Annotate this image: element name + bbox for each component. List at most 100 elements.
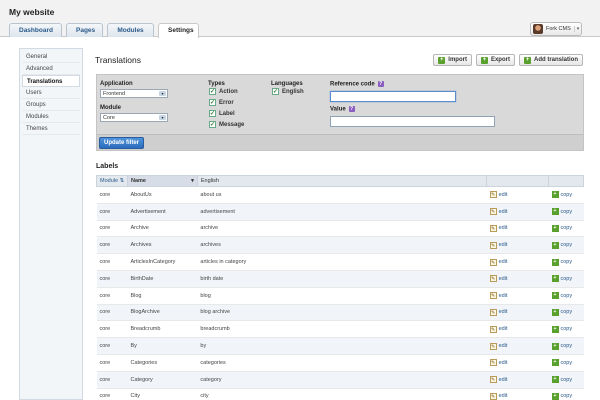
page-title: Translations [95,55,141,65]
copy-link[interactable]: + copy [551,325,572,333]
tab-modules[interactable]: Modules [107,23,154,37]
type-message-checkbox[interactable]: ✓ Message [209,121,244,128]
sidebar-item-modules[interactable]: Modules [22,111,80,123]
copy-link[interactable]: + copy [551,359,572,367]
cell-module: core [96,236,128,255]
edit-link[interactable]: ✎ edit [489,191,508,199]
edit-label: edit [498,259,508,266]
cell-name: Breadcrumb [127,320,198,339]
table-row: core By by ✎ edit + copy [96,337,584,355]
cell-edit: ✎ edit [486,337,549,355]
reference-code-input[interactable] [330,91,456,102]
cell-name: Categories [127,354,198,372]
cell-english: breadcrumb [197,320,487,339]
tab-pages[interactable]: Pages [66,23,103,37]
copy-icon: + [551,258,559,266]
cell-name: Archive [127,220,198,238]
copy-link[interactable]: + copy [551,308,572,316]
type-action-checkbox[interactable]: ✓ Action [209,88,238,95]
sidebar-item-general[interactable]: General [22,51,80,63]
copy-link[interactable]: + copy [551,258,572,266]
copy-link[interactable]: + copy [551,275,573,283]
sidebar-item-users[interactable]: Users [22,87,80,99]
cell-module: core [96,287,128,305]
cell-module: core [96,186,128,204]
add-translation-label: Add translation [533,57,578,63]
copy-link[interactable]: + copy [551,191,573,199]
cell-module: core [96,270,128,288]
copy-link[interactable]: + copy [551,241,572,249]
type-label-checkbox[interactable]: ✓ Label [209,110,235,117]
sidebar-item-advanced[interactable]: Advanced [22,63,80,75]
edit-link[interactable]: ✎ edit [489,308,508,316]
site-title[interactable]: My website [9,7,54,17]
add-translation-button[interactable]: + Add translation [518,54,583,66]
cell-copy: + copy [548,287,584,305]
edit-label: edit [498,326,508,333]
edit-link[interactable]: ✎ edit [489,342,508,350]
type-error-checkbox[interactable]: ✓ Error [209,99,234,106]
copy-link[interactable]: + copy [551,224,572,232]
edit-link[interactable]: ✎ edit [489,224,508,232]
sidebar-item-themes[interactable]: Themes [22,123,80,135]
chevron-down-icon[interactable]: ▾ [573,26,579,32]
column-module[interactable]: Module ⇅ [96,175,128,187]
checkmark-icon: ✓ [209,121,216,128]
cell-name: BirthDate [127,270,198,288]
edit-link[interactable]: ✎ edit [489,392,508,400]
edit-link[interactable]: ✎ edit [489,241,508,249]
table-row: core Advertisement advertisement ✎ edit + copy [96,203,584,221]
table-row: core BirthDate birth date ✎ edit + copy [96,270,584,288]
cell-copy: + copy [548,203,584,221]
application-select[interactable]: Frontend ▾ [100,89,168,98]
copy-icon: + [551,342,559,350]
cell-edit: ✎ edit [486,304,549,322]
sidebar-item-translations[interactable]: Translations [22,75,80,87]
cell-english: by [197,337,487,355]
tab-dashboard[interactable]: Dashboard [9,23,62,37]
edit-icon: ✎ [489,224,497,232]
import-button[interactable]: + Import [433,54,472,66]
column-name[interactable]: Name ▾ [126,175,198,187]
cell-copy: + copy [548,320,584,339]
avatar [533,24,543,34]
edit-link[interactable]: ✎ edit [489,275,508,283]
cell-copy: + copy [548,253,584,271]
value-input[interactable] [330,116,495,127]
copy-link[interactable]: + copy [551,208,572,216]
copy-link[interactable]: + copy [551,342,572,350]
type-action-label: Action [219,88,238,95]
module-select[interactable]: Core ▾ [100,113,168,122]
copy-label: copy [560,191,573,198]
user-menu[interactable]: Fork CMS ▾ [530,22,582,36]
sidebar-item-groups[interactable]: Groups [22,99,80,111]
edit-link[interactable]: ✎ edit [489,376,508,384]
user-name: Fork CMS [546,26,571,32]
cell-english: advertisement [197,203,487,221]
help-icon[interactable]: ? [377,81,384,87]
edit-link[interactable]: ✎ edit [489,325,508,333]
language-english-label: English [282,88,304,95]
table-row: core BlogArchive blog archive ✎ edit + copy [96,304,584,322]
checkmark-icon: ✓ [209,88,216,95]
edit-link[interactable]: ✎ edit [489,208,508,216]
edit-link[interactable]: ✎ edit [489,258,508,266]
copy-link[interactable]: + copy [551,376,572,384]
export-button[interactable]: + Export [475,54,515,66]
edit-link[interactable]: ✎ edit [489,359,508,367]
language-english-checkbox[interactable]: ✓ English [272,88,304,95]
cell-english: articles in category [197,253,487,271]
copy-link[interactable]: + copy [551,292,572,300]
checkmark-icon: ✓ [272,88,279,95]
edit-link[interactable]: ✎ edit [489,292,508,300]
copy-link[interactable]: + copy [551,392,572,400]
cell-module: core [96,253,128,271]
type-label-label: Label [219,110,235,117]
copy-label: copy [560,275,573,282]
help-icon[interactable]: ? [348,106,355,112]
update-filter-button[interactable]: Update filter [99,137,145,149]
tab-settings[interactable]: Settings [158,23,199,38]
cell-english: city [197,388,487,400]
application-label: Application [100,81,133,87]
export-label: Export [490,57,510,63]
